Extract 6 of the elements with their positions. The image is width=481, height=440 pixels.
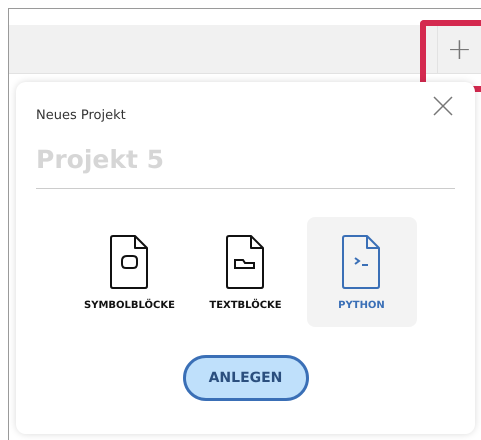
project-type-option[interactable]: TEXTBLÖCKE bbox=[190, 217, 300, 327]
project-type-option[interactable]: SYMBOLBLÖCKE bbox=[74, 217, 184, 327]
dialog-title: Neues Projekt bbox=[36, 108, 126, 123]
project-type-option[interactable]: PYTHON bbox=[306, 217, 416, 327]
close-button[interactable] bbox=[431, 94, 455, 118]
create-button[interactable]: ANLEGEN bbox=[182, 355, 308, 401]
